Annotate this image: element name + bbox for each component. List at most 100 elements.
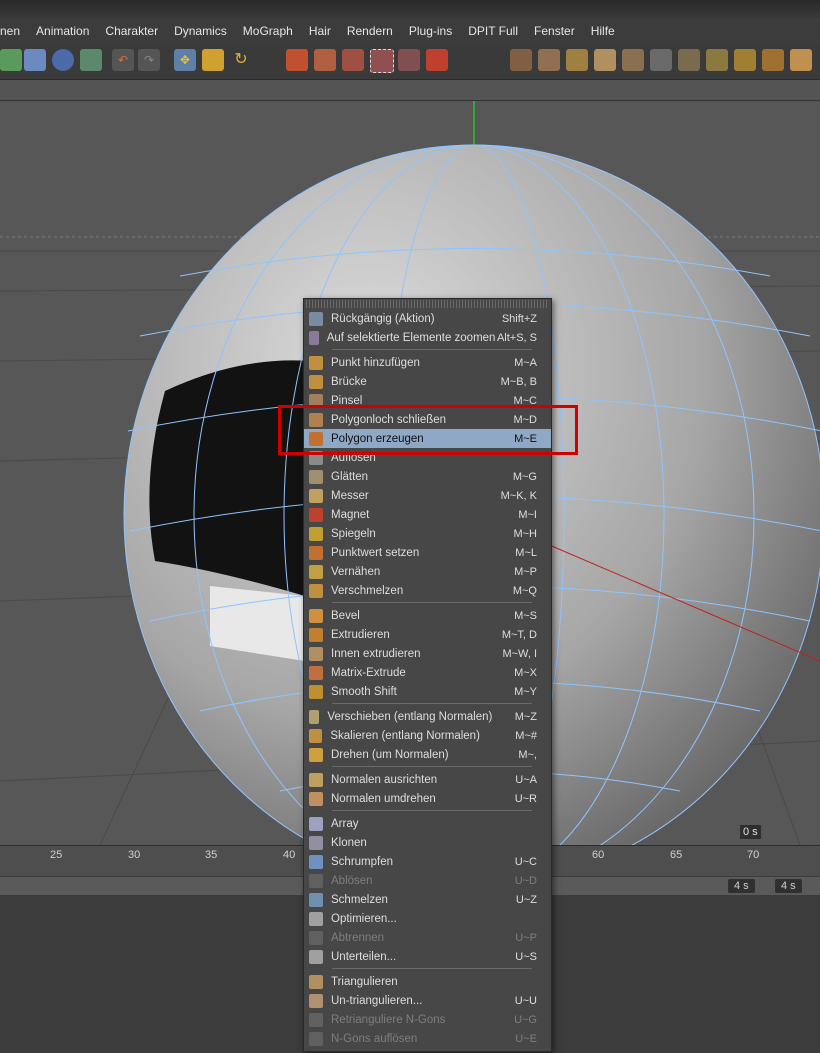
menu-item-extrude-inner[interactable]: Innen extrudieren M~W, I (304, 644, 551, 663)
rotate-tool-icon[interactable]: ↻ (230, 49, 252, 71)
stitch-toolbar-icon[interactable] (650, 49, 672, 71)
menu-item-fenster[interactable]: Fenster (526, 24, 583, 38)
menu-item-label: Matrix-Extrude (331, 666, 406, 679)
menu-item-reverse-normals[interactable]: Normalen umdrehen U~R (304, 789, 551, 808)
viewport-header (0, 80, 820, 101)
menu-item-shortcut: U~Z (515, 893, 537, 906)
bridge-toolbar-icon[interactable] (706, 49, 728, 71)
menu-item-nen[interactable]: nen (0, 24, 28, 38)
menu-item-smooth[interactable]: Glätten M~G (304, 467, 551, 486)
menu-item-label: Innen extrudieren (331, 647, 421, 660)
menu-item-label: Punktwert setzen (331, 546, 420, 559)
menu-item-zoom[interactable]: Auf selektierte Elemente zoomen Alt+S, S (304, 328, 551, 347)
menu-item-bridge[interactable]: Brücke M~B, B (304, 372, 551, 391)
menu-item-weld[interactable]: Verschmelzen M~Q (304, 581, 551, 600)
menu-item-label: Messer (331, 489, 369, 502)
scale-tool-icon[interactable] (202, 49, 224, 71)
menu-item-mograph[interactable]: MoGraph (235, 24, 301, 38)
menu-item-shortcut: M~K, K (500, 489, 537, 502)
close-hole-toolbar-icon[interactable] (594, 49, 616, 71)
menu-item-optimize[interactable]: Optimieren... (304, 909, 551, 928)
undo-toolbar-icon[interactable]: ↶ (112, 49, 134, 71)
menu-item-matrix-extrude[interactable]: Matrix-Extrude M~X (304, 663, 551, 682)
untriangulate-icon (309, 993, 323, 1008)
menu-item-shortcut: M~Y (514, 685, 537, 698)
array-icon (309, 816, 323, 831)
render-region-icon[interactable] (314, 49, 336, 71)
menu-item-mirror[interactable]: Spiegeln M~H (304, 524, 551, 543)
knife-toolbar-icon[interactable] (510, 49, 532, 71)
magnet-toolbar-icon[interactable] (734, 49, 756, 71)
menu-item-untriangulate[interactable]: Un-triangulieren... U~U (304, 991, 551, 1010)
menu-item-label: Skalieren (entlang Normalen) (330, 729, 480, 742)
menu-item-animation[interactable]: Animation (28, 24, 97, 38)
max-time-field[interactable]: 4 s (775, 879, 802, 893)
menu-item-hair[interactable]: Hair (301, 24, 339, 38)
menu-item-triangulate[interactable]: Triangulieren (304, 972, 551, 991)
menu-item-label: N-Gons auflösen (331, 1032, 418, 1045)
menu-item-array[interactable]: Array (304, 814, 551, 833)
menu-item-normal-scale[interactable]: Skalieren (entlang Normalen) M~# (304, 726, 551, 745)
add-point-toolbar-icon[interactable] (566, 49, 588, 71)
tick-label: 25 (50, 849, 63, 861)
triangulate-icon (309, 974, 323, 989)
add-point-icon (309, 355, 323, 370)
menu-item-stitch[interactable]: Vernähen M~P (304, 562, 551, 581)
bevel-icon (309, 608, 323, 623)
align-normals-icon (309, 772, 323, 787)
menu-item-shortcut: U~G (514, 1013, 537, 1026)
render-queue-icon[interactable] (398, 49, 420, 71)
magnet-icon (309, 507, 323, 522)
scatter-icon[interactable] (80, 49, 102, 71)
menu-item-magnet[interactable]: Magnet M~I (304, 505, 551, 524)
menu-item-collapse[interactable]: Schrumpfen U~C (304, 852, 551, 871)
render-selection-icon[interactable] (370, 49, 394, 73)
normal-rotate-icon (309, 747, 323, 762)
brush-toolbar-icon[interactable] (538, 49, 560, 71)
smooth-shift-icon (309, 684, 323, 699)
menu-item-align-normals[interactable]: Normalen ausrichten U~A (304, 770, 551, 789)
menu-item-rendern[interactable]: Rendern (339, 24, 401, 38)
menu-item-bevel[interactable]: Bevel M~S (304, 606, 551, 625)
particle-icon[interactable] (24, 49, 46, 71)
menu-item-clone[interactable]: Klonen (304, 833, 551, 852)
redo-toolbar-icon[interactable]: ↷ (138, 49, 160, 71)
menu-item-shortcut: U~A (515, 773, 537, 786)
move-tool-icon[interactable]: ✥ (174, 49, 196, 71)
end-time-field[interactable]: 4 s (728, 879, 755, 893)
render-picture-viewer-icon[interactable] (342, 49, 364, 71)
menu-item-knife[interactable]: Messer M~K, K (304, 486, 551, 505)
weld-toolbar-icon[interactable] (678, 49, 700, 71)
menu-item-set-point[interactable]: Punktwert setzen M~L (304, 543, 551, 562)
menu-item-normal-move[interactable]: Verschieben (entlang Normalen) M~Z (304, 707, 551, 726)
menu-item-charakter[interactable]: Charakter (97, 24, 166, 38)
menu-item-shortcut: M~T, D (501, 628, 537, 641)
menu-item-plugins[interactable]: Plug-ins (401, 24, 460, 38)
menu-item-split: Abtrennen U~P (304, 928, 551, 947)
extrude-icon (309, 627, 323, 642)
extrude-toolbar-icon[interactable] (762, 49, 784, 71)
menu-item-normal-rotate[interactable]: Drehen (um Normalen) M~, (304, 745, 551, 764)
menu-item-undo[interactable]: Rückgängig (Aktion) Shift+Z (304, 309, 551, 328)
menu-item-shortcut: M~W, I (502, 647, 537, 660)
menu-item-shortcut: U~P (515, 931, 537, 944)
sphere-tool-icon[interactable] (52, 49, 74, 71)
menu-item-hilfe[interactable]: Hilfe (583, 24, 623, 38)
render-view-icon[interactable] (286, 49, 308, 71)
menu-item-add-point[interactable]: Punkt hinzufügen M~A (304, 353, 551, 372)
menu-separator (332, 703, 532, 704)
menu-item-subdivide[interactable]: Unterteilen... U~S (304, 947, 551, 966)
bevel-toolbar-icon[interactable] (790, 49, 812, 71)
menu-item-dynamics[interactable]: Dynamics (166, 24, 235, 38)
render-settings-icon[interactable] (426, 49, 448, 71)
menu-item-melt[interactable]: Schmelzen U~Z (304, 890, 551, 909)
menu-item-smooth-shift[interactable]: Smooth Shift M~Y (304, 682, 551, 701)
menu-item-label: Drehen (um Normalen) (331, 748, 449, 761)
scene-tool-icon[interactable] (0, 49, 22, 71)
menu-item-extrude[interactable]: Extrudieren M~T, D (304, 625, 551, 644)
menu-item-shortcut: M~# (515, 729, 537, 742)
menu-item-dpit-full[interactable]: DPIT Full (460, 24, 526, 38)
menu-tear-off-handle[interactable] (306, 300, 549, 308)
matrix-extrude-icon (309, 665, 323, 680)
smooth-toolbar-icon[interactable] (622, 49, 644, 71)
